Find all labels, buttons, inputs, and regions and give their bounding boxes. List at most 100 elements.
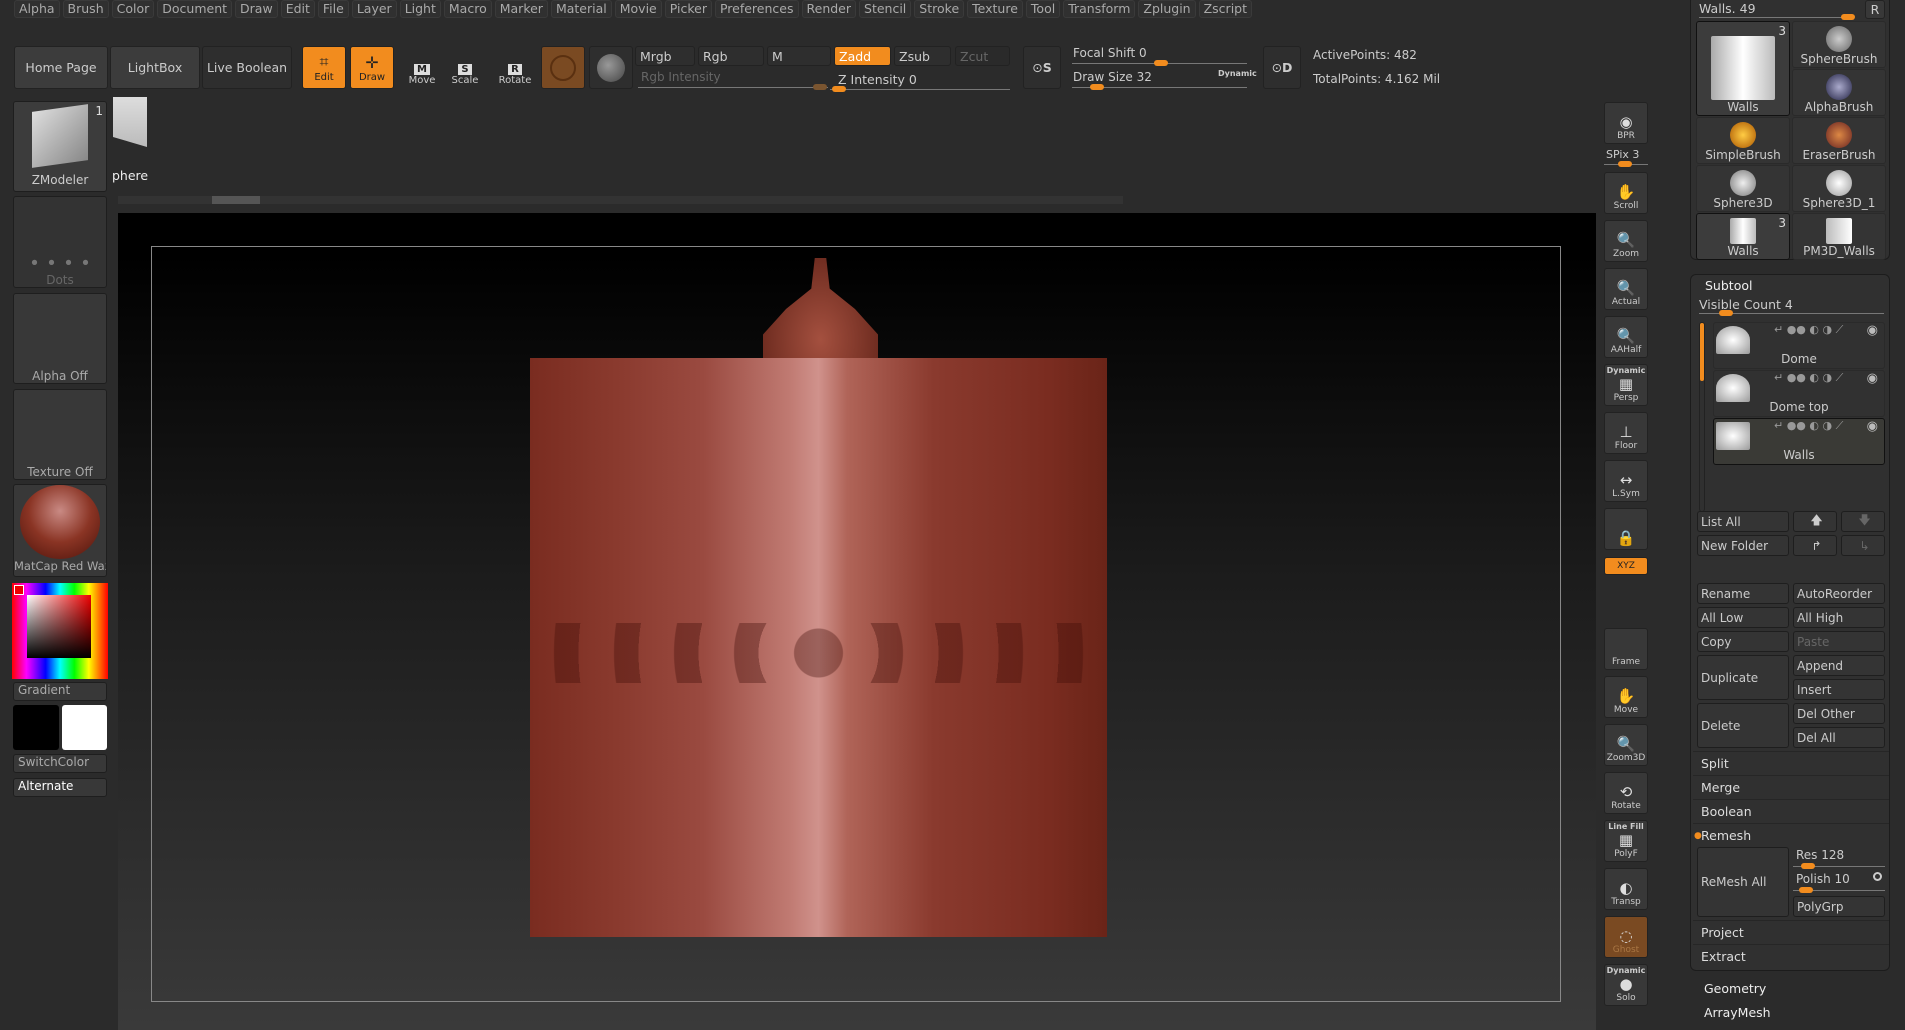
tool-solo-button[interactable]: Dynamic ● Solo	[1604, 964, 1648, 1006]
rename-button[interactable]: Rename	[1697, 583, 1789, 604]
tool-move-button[interactable]: ✋ Move	[1604, 676, 1648, 718]
tool-lock-button[interactable]: 🔒	[1604, 508, 1648, 550]
subtool-item-dome[interactable]: ◉ ↵ ●● ◐ ◑ ⟋ Dome	[1713, 322, 1885, 369]
menu-brush[interactable]: Brush	[62, 0, 109, 18]
insert-button[interactable]: Insert	[1793, 679, 1885, 700]
draw-button[interactable]: ✛ Draw	[350, 46, 394, 89]
remesh-all-button[interactable]: ReMesh All	[1697, 847, 1789, 917]
brush-pm3d_walls[interactable]: PM3D_Walls	[1792, 213, 1886, 260]
menu-stencil[interactable]: Stencil	[859, 0, 912, 18]
del-other-button[interactable]: Del Other	[1793, 703, 1885, 724]
tool-floor-button[interactable]: ⊥ Floor	[1604, 412, 1648, 454]
eye-icon[interactable]: ◉	[1867, 371, 1878, 386]
zadd-button[interactable]: Zadd	[834, 46, 891, 66]
move-up-button[interactable]: 🡅	[1793, 511, 1837, 532]
menu-material[interactable]: Material	[550, 0, 612, 18]
all-low-button[interactable]: All Low	[1697, 607, 1789, 628]
append-button[interactable]: Append	[1793, 655, 1885, 676]
menu-file[interactable]: File	[317, 0, 349, 18]
eye-icon[interactable]: ◉	[1867, 323, 1878, 338]
scale-button[interactable]: S Scale	[445, 50, 485, 86]
secondary-color-swatch[interactable]	[62, 705, 107, 750]
polish-slider[interactable]	[1793, 887, 1885, 893]
subtool-toggles-icon[interactable]: ↵ ●● ◐ ◑ ⟋	[1774, 323, 1843, 337]
tool-l.sym-button[interactable]: ↔ L.Sym	[1604, 460, 1648, 502]
draw-size-slider[interactable]	[1072, 84, 1247, 90]
focal-shift-slider[interactable]	[1072, 60, 1247, 66]
zsub-button[interactable]: Zsub	[894, 46, 951, 66]
m-button[interactable]: M	[767, 46, 831, 66]
list-all-button[interactable]: List All	[1697, 511, 1789, 532]
mrgb-button[interactable]: Mrgb	[635, 46, 695, 66]
switch-color-button[interactable]: SwitchColor	[13, 754, 107, 773]
dynamic-toggle[interactable]: Dynamic	[1218, 69, 1257, 78]
duplicate-button[interactable]: Duplicate	[1697, 655, 1789, 700]
stroke-selector[interactable]: ∙ ∙ ∙ ∙ Dots	[13, 196, 107, 288]
zcut-button[interactable]: Zcut	[955, 46, 1010, 66]
extract-section[interactable]: Extract	[1693, 944, 1889, 968]
brush-sphere3d[interactable]: Sphere3D	[1696, 165, 1790, 212]
material-selector[interactable]: MatCap Red Wax	[13, 484, 107, 577]
focal-s-button[interactable]: ⊙ S	[1023, 46, 1061, 89]
edit-button[interactable]: ⌗ Edit	[302, 46, 346, 89]
new-folder-button[interactable]: New Folder	[1697, 535, 1789, 556]
brush-eraserbrush[interactable]: EraserBrush	[1792, 117, 1886, 164]
menu-edit[interactable]: Edit	[280, 0, 315, 18]
polygrp-button[interactable]: PolyGrp	[1793, 896, 1885, 917]
tool-aahalf-button[interactable]: 🔍 AAHalf	[1604, 316, 1648, 358]
live-boolean-button[interactable]: Live Boolean	[202, 46, 292, 89]
tool-polyf-button[interactable]: Line Fill ▦ PolyF	[1604, 820, 1648, 862]
rgb-intensity-slider[interactable]	[638, 84, 828, 90]
rgb-button[interactable]: Rgb	[698, 46, 764, 66]
texture-selector[interactable]: Texture Off	[13, 389, 107, 480]
subtool-item-dome-top[interactable]: ◉ ↵ ●● ◐ ◑ ⟋ Dome top	[1713, 370, 1885, 417]
menu-transform[interactable]: Transform	[1063, 0, 1136, 18]
rotate-xyz-button[interactable]: XYZ	[1604, 557, 1648, 575]
remesh-section[interactable]: ● Remesh	[1693, 823, 1889, 847]
color-picker[interactable]	[12, 583, 108, 679]
z-intensity-slider[interactable]	[830, 86, 1010, 92]
menu-texture[interactable]: Texture	[967, 0, 1023, 18]
menu-layer[interactable]: Layer	[351, 0, 397, 18]
menu-stroke[interactable]: Stroke	[914, 0, 965, 18]
boolean-section[interactable]: Boolean	[1693, 799, 1889, 823]
subtool-scrollbar[interactable]	[1699, 322, 1705, 512]
all-high-button[interactable]: All High	[1793, 607, 1885, 628]
alpha-selector[interactable]: Alpha Off	[13, 293, 107, 384]
menu-zscript[interactable]: Zscript	[1198, 0, 1253, 18]
tool-frame-button[interactable]: Frame	[1604, 628, 1648, 670]
color-saturation-square[interactable]	[27, 595, 91, 658]
subtool-toggles-icon[interactable]: ↵ ●● ◐ ◑ ⟋	[1774, 371, 1843, 385]
brush-selector[interactable]: 1 ZModeler	[13, 101, 107, 192]
lightbox-button[interactable]: LightBox	[110, 46, 200, 89]
menu-document[interactable]: Document	[157, 0, 233, 18]
geometry-section[interactable]: Geometry	[1704, 981, 1766, 996]
polish-toggle-icon[interactable]	[1873, 872, 1882, 881]
tool-persp-button[interactable]: Dynamic ▦ Persp	[1604, 364, 1648, 406]
del-all-button[interactable]: Del All	[1793, 727, 1885, 748]
sculptris-button[interactable]	[589, 46, 633, 89]
subtool-title[interactable]: Subtool	[1705, 278, 1752, 293]
brush-alphabrush[interactable]: AlphaBrush	[1792, 69, 1886, 116]
tool-ghost-button[interactable]: ◌ Ghost	[1604, 916, 1648, 958]
project-section[interactable]: Project	[1693, 920, 1889, 944]
tool-rotate-button[interactable]: ⟲ Rotate	[1604, 772, 1648, 814]
move-down-button[interactable]: 🡇	[1841, 511, 1885, 532]
tool-zoom3d-button[interactable]: 🔍 Zoom3D	[1604, 724, 1648, 766]
menu-light[interactable]: Light	[399, 0, 441, 18]
r-button[interactable]: R	[1865, 0, 1885, 19]
brush-walls[interactable]: Walls 3	[1696, 213, 1790, 260]
delete-button[interactable]: Delete	[1697, 703, 1789, 748]
tool-thumbnail[interactable]	[113, 97, 147, 147]
menu-tool[interactable]: Tool	[1025, 0, 1061, 18]
menu-marker[interactable]: Marker	[494, 0, 548, 18]
canvas-scroll-track[interactable]	[118, 196, 1123, 204]
arraymesh-section[interactable]: ArrayMesh	[1704, 1005, 1771, 1020]
tool-transp-button[interactable]: ◐ Transp	[1604, 868, 1648, 910]
eye-icon[interactable]: ◉	[1867, 419, 1878, 434]
split-section[interactable]: Split	[1693, 751, 1889, 775]
spix-slider[interactable]	[1604, 161, 1648, 167]
menu-draw[interactable]: Draw	[235, 0, 278, 18]
brush-simplebrush[interactable]: SimpleBrush	[1696, 117, 1790, 164]
tool-scroll-button[interactable]: ✋ Scroll	[1604, 172, 1648, 214]
